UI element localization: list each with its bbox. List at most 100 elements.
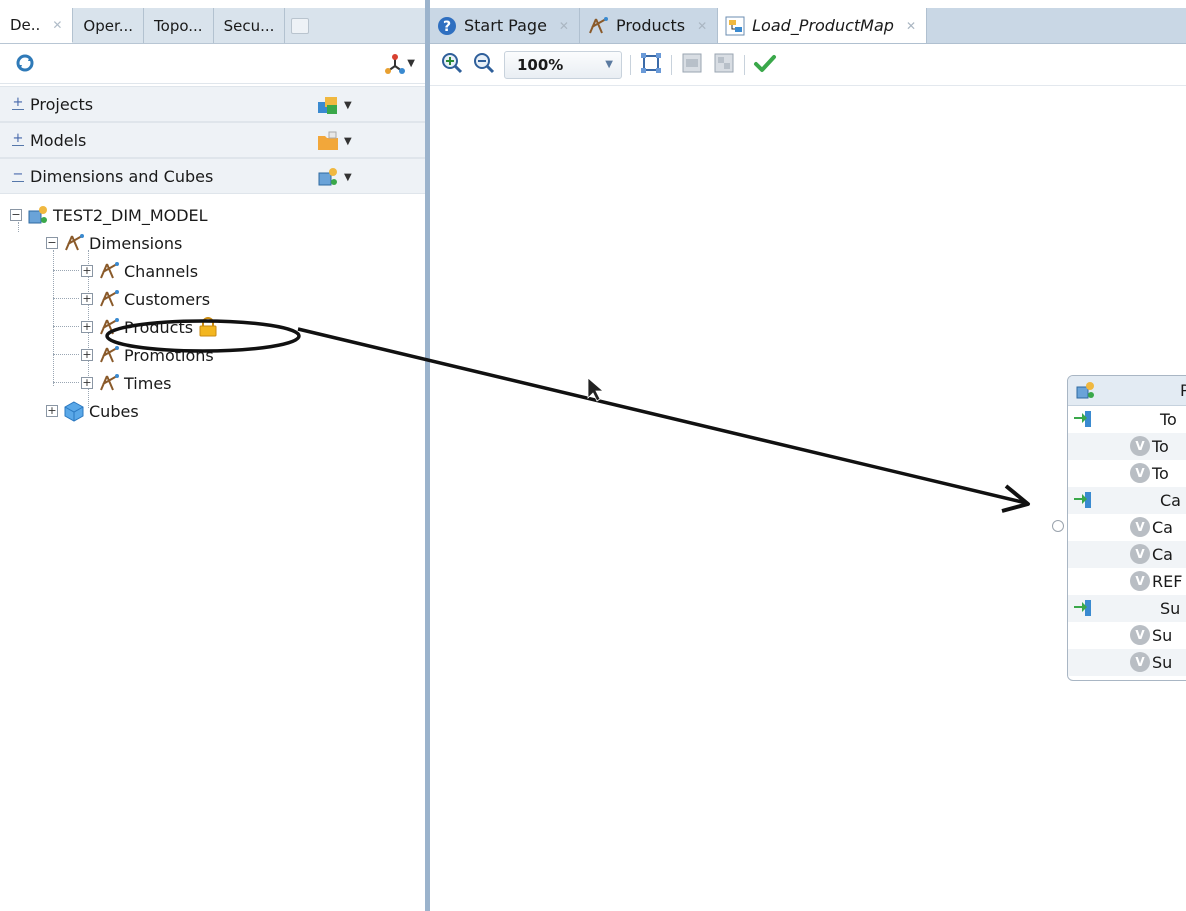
connector-port[interactable] [1052,520,1064,532]
attribute-row[interactable]: V Su [1068,622,1186,649]
expand-icon[interactable]: + [81,265,93,277]
tab-start-page[interactable]: ? Start Page ✕ [430,8,580,43]
operator-header[interactable]: P [1068,376,1186,406]
attribute-label: Ca [1152,518,1173,537]
accordion-projects[interactable]: + Projects ▼ [0,86,425,122]
attribute-label: REF [1152,572,1183,591]
collapse-all-icon[interactable] [680,51,704,79]
attribute-label: Su [1160,599,1181,618]
tab-products[interactable]: Products ✕ [580,8,719,43]
mapping-canvas[interactable]: P ToVToVToCaVCaVCaVREFSuVSuVSu [430,86,1186,911]
tree-node-label: Cubes [89,401,139,421]
dim-model-icon [1076,382,1094,399]
attribute-row[interactable]: V Su [1068,649,1186,676]
chevron-down-icon: ▼ [344,171,352,183]
folder-icon [318,131,338,150]
accordion-label: Dimensions and Cubes [30,166,214,186]
attribute-label: Su [1152,626,1173,645]
tree-node-dimensions[interactable]: − Dimensions [46,230,182,256]
value-badge-icon: V [1130,463,1150,483]
cube-model-icon [318,168,337,186]
zoom-in-icon[interactable] [440,51,464,79]
lock-icon [199,317,217,337]
expand-icon: + [12,131,24,146]
tree-node-products[interactable]: + Products [81,314,219,340]
expand-icon[interactable]: + [81,377,93,389]
dimension-operator-box[interactable]: P ToVToVToCaVCaVCaVREFSuVSuVSu [1067,375,1186,681]
editor-panel: ? Start Page ✕ Products ✕ Load_ProductMa… [430,0,1186,911]
tree-node-cubes[interactable]: + Cubes [46,398,139,424]
tree-node-label: TEST2_DIM_MODEL [53,205,208,225]
tab-designer[interactable]: De.. ✕ [0,8,74,43]
tree-node-root[interactable]: − TEST2_DIM_MODEL [10,202,208,228]
tree-node-label: Promotions [124,345,214,365]
tab-topology[interactable]: Topo... [144,8,214,43]
zoom-select[interactable]: 100% ▼ [504,50,622,79]
svg-text:?: ? [443,19,451,35]
value-badge-icon: V [1130,652,1150,672]
chevron-down-icon: ▼ [344,99,352,111]
tab-operator[interactable]: Oper... [73,8,145,43]
mapping-toolbar: 100% ▼ [430,44,1186,86]
zoom-out-icon[interactable] [472,51,496,79]
expand-all-icon[interactable] [712,51,736,79]
tab-label: De.. [10,16,41,34]
dimension-icon [100,290,119,307]
expand-icon[interactable]: + [46,405,58,417]
tree-node-promotions[interactable]: + Promotions [81,342,214,368]
close-icon[interactable]: ✕ [697,19,707,33]
tab-security[interactable]: Secu... [214,8,286,43]
projects-menu-button[interactable]: ▼ [316,94,352,116]
refresh-icon[interactable] [14,52,36,78]
attribute-row[interactable]: V REF [1068,568,1186,595]
attribute-row[interactable]: V To [1068,433,1186,460]
models-menu-button[interactable]: ▼ [316,130,352,152]
attribute-row[interactable]: V To [1068,460,1186,487]
tree-node-label: Customers [124,289,211,309]
attribute-label: Ca [1160,491,1181,510]
attribute-label: To [1152,464,1169,483]
close-icon[interactable]: ✕ [906,19,916,33]
tab-label: Secu... [223,16,275,35]
value-badge-icon: V [1130,517,1150,537]
tree-node-label: Times [124,373,172,393]
tab-label: Oper... [83,16,134,35]
attribute-row[interactable]: To [1068,406,1186,433]
tree-node-label: Channels [124,261,199,281]
collapse-icon[interactable]: − [10,209,22,221]
editor-tabbar: ? Start Page ✕ Products ✕ Load_ProductMa… [430,8,1186,44]
attribute-label: Su [1152,653,1173,672]
attribute-row[interactable]: Su [1068,595,1186,622]
fit-to-window-icon[interactable] [639,51,663,79]
dimension-icon [100,262,119,279]
zoom-value: 100% [517,55,564,74]
validate-check-icon[interactable] [753,51,777,79]
attribute-row[interactable]: V Ca [1068,514,1186,541]
tab-load-productmap[interactable]: Load_ProductMap ✕ [718,8,927,43]
navigator-panel: De.. ✕ Oper... Topo... Secu... ▼ + Proje… [0,0,425,911]
minimize-icon[interactable] [291,17,310,34]
tab-label: Load_ProductMap [752,16,894,35]
expand-icon[interactable]: + [81,349,93,361]
value-badge-icon: V [1130,571,1150,591]
network-icon [385,54,406,74]
tree-node-times[interactable]: + Times [81,370,172,396]
collapse-icon[interactable]: − [46,237,58,249]
attribute-row[interactable]: V Ca [1068,541,1186,568]
expand-icon: + [12,95,24,110]
expand-icon[interactable]: + [81,293,93,305]
dimension-icon [100,374,119,391]
dim-model-icon [28,206,47,224]
accordion-dimensions-and-cubes[interactable]: − Dimensions and Cubes ▼ [0,158,425,194]
accordion-models[interactable]: + Models ▼ [0,122,425,158]
dimensions-menu-button[interactable]: ▼ [316,166,352,188]
tree-node-customers[interactable]: + Customers [81,286,210,312]
attribute-row[interactable]: Ca [1068,487,1186,514]
connect-menu-button[interactable]: ▼ [383,52,415,74]
close-icon[interactable]: ✕ [52,18,62,32]
tree-node-channels[interactable]: + Channels [81,258,198,284]
expand-icon[interactable]: + [81,321,93,333]
navigator-toolbar: ▼ [0,44,425,84]
operator-title: P [1180,381,1186,400]
close-icon[interactable]: ✕ [559,19,569,33]
